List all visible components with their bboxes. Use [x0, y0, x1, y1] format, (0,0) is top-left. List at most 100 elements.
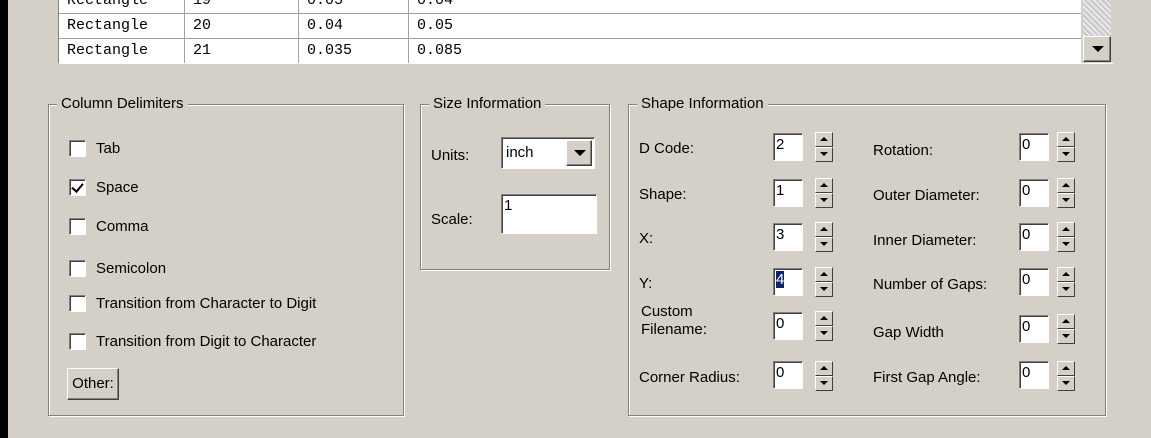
shape-spinner[interactable] — [815, 178, 833, 208]
number-of-gaps-input[interactable]: 0 — [1019, 268, 1049, 296]
checkbox-box[interactable] — [69, 139, 86, 157]
spin-down-icon[interactable] — [815, 282, 833, 297]
y-spinner[interactable] — [815, 267, 833, 297]
table-cell[interactable]: 21 — [185, 39, 299, 63]
checkbox-label: Semicolon — [96, 259, 167, 277]
spin-down-icon[interactable] — [815, 193, 833, 208]
checkbox-box[interactable] — [69, 294, 86, 312]
spin-up-icon[interactable] — [815, 267, 833, 282]
spin-up-icon[interactable] — [815, 132, 833, 147]
comma-checkbox[interactable]: Comma — [69, 215, 149, 237]
checkbox-label: Transition from Character to Digit — [96, 294, 317, 312]
table-row[interactable]: Rectangle 21 0.035 0.085 — [59, 39, 1082, 63]
other-button[interactable]: Other: — [67, 368, 119, 400]
scroll-down-button[interactable] — [1083, 36, 1111, 62]
tab-checkbox[interactable]: Tab — [69, 137, 120, 159]
gap-width-spinner[interactable] — [1057, 314, 1075, 344]
spin-up-icon[interactable] — [815, 311, 833, 326]
column-delimiters-group: Column Delimiters Tab Space Comma Semico… — [48, 95, 404, 416]
spin-up-icon[interactable] — [815, 222, 833, 237]
y-label: Y: — [639, 275, 653, 292]
spin-up-icon[interactable] — [1057, 267, 1075, 282]
scrollbar-track[interactable] — [1083, 0, 1111, 36]
dcode-label: D Code: — [639, 140, 695, 157]
shape-input[interactable]: 1 — [773, 179, 803, 207]
scale-input[interactable]: 1 — [501, 194, 597, 234]
table-cell[interactable]: 20 — [185, 14, 299, 39]
table-cell[interactable]: 19 — [185, 0, 299, 14]
spin-up-icon[interactable] — [815, 178, 833, 193]
table-cell[interactable]: Rectangle — [59, 0, 185, 14]
y-value: 4 — [776, 271, 785, 288]
checkbox-label: Transition from Digit to Character — [96, 332, 317, 350]
table-cell[interactable]: 0.085 — [409, 39, 1082, 63]
spin-down-icon[interactable] — [815, 376, 833, 391]
char-to-digit-checkbox[interactable]: Transition from Character to Digit — [69, 292, 316, 314]
spin-up-icon[interactable] — [1057, 361, 1075, 376]
spin-up-icon[interactable] — [815, 361, 833, 376]
inner-diameter-label: Inner Diameter: — [873, 232, 977, 249]
table-row[interactable]: Rectangle 19 0.05 0.04 — [59, 0, 1082, 14]
checkbox-label: Space — [96, 178, 139, 196]
outer-diameter-spinner[interactable] — [1057, 178, 1075, 208]
dcode-spinner[interactable] — [815, 132, 833, 162]
spin-down-icon[interactable] — [815, 237, 833, 252]
spin-down-icon[interactable] — [1057, 147, 1075, 162]
custom-filename-input[interactable]: 0 — [773, 312, 803, 340]
checkbox-box[interactable] — [69, 332, 86, 350]
spin-down-icon[interactable] — [1057, 282, 1075, 297]
gap-width-label: Gap Width — [873, 324, 944, 341]
custom-filename-spinner[interactable] — [815, 311, 833, 341]
rotation-input[interactable]: 0 — [1019, 133, 1049, 161]
spin-up-icon[interactable] — [1057, 222, 1075, 237]
inner-diameter-spinner[interactable] — [1057, 222, 1075, 252]
spin-down-icon[interactable] — [1057, 329, 1075, 344]
semicolon-checkbox[interactable]: Semicolon — [69, 257, 166, 279]
number-of-gaps-spinner[interactable] — [1057, 267, 1075, 297]
table-cell[interactable]: 0.05 — [409, 14, 1082, 39]
outer-diameter-label: Outer Diameter: — [873, 187, 980, 204]
table-cell[interactable]: 0.035 — [299, 39, 409, 63]
checkbox-box[interactable] — [69, 217, 86, 235]
shape-information-group: Shape Information D Code: 2 Shape: 1 X: … — [628, 95, 1106, 416]
digit-to-char-checkbox[interactable]: Transition from Digit to Character — [69, 330, 316, 352]
rotation-spinner[interactable] — [1057, 132, 1075, 162]
table-cell[interactable]: Rectangle — [59, 39, 185, 63]
corner-radius-input[interactable]: 0 — [773, 361, 803, 389]
vertical-scrollbar[interactable] — [1081, 0, 1113, 63]
group-title: Column Delimiters — [57, 95, 188, 113]
spin-up-icon[interactable] — [1057, 132, 1075, 147]
table-cell[interactable]: Rectangle — [59, 14, 185, 39]
y-input[interactable]: 4 — [773, 268, 803, 296]
gap-width-input[interactable]: 0 — [1019, 315, 1049, 343]
spin-up-icon[interactable] — [1057, 178, 1075, 193]
table-cell[interactable]: 0.04 — [409, 0, 1082, 14]
spin-down-icon[interactable] — [815, 326, 833, 341]
table-row[interactable]: Rectangle 20 0.04 0.05 — [59, 14, 1082, 39]
spin-down-icon[interactable] — [815, 147, 833, 162]
shape-label: Shape: — [639, 186, 687, 203]
shape-grid[interactable]: Rectangle 19 0.05 0.04 Rectangle 20 0.04… — [58, 0, 1113, 64]
group-title: Size Information — [429, 95, 546, 113]
corner-radius-spinner[interactable] — [815, 361, 833, 391]
spin-down-icon[interactable] — [1057, 237, 1075, 252]
dcode-input[interactable]: 2 — [773, 133, 803, 161]
table-cell[interactable]: 0.05 — [299, 0, 409, 14]
chevron-down-icon[interactable] — [566, 140, 592, 166]
number-of-gaps-label: Number of Gaps: — [873, 276, 988, 293]
checkbox-box[interactable] — [69, 259, 86, 277]
table-cell[interactable]: 0.04 — [299, 14, 409, 39]
units-dropdown[interactable]: inch — [501, 137, 595, 169]
outer-diameter-input[interactable]: 0 — [1019, 179, 1049, 207]
x-spinner[interactable] — [815, 222, 833, 252]
spin-down-icon[interactable] — [1057, 193, 1075, 208]
spin-up-icon[interactable] — [1057, 314, 1075, 329]
inner-diameter-input[interactable]: 0 — [1019, 223, 1049, 251]
units-value: inch — [506, 144, 534, 161]
first-gap-angle-input[interactable]: 0 — [1019, 361, 1049, 389]
x-input[interactable]: 3 — [773, 223, 803, 251]
first-gap-angle-spinner[interactable] — [1057, 361, 1075, 391]
space-checkbox[interactable]: Space — [69, 176, 139, 198]
checkbox-box[interactable] — [69, 178, 86, 196]
spin-down-icon[interactable] — [1057, 376, 1075, 391]
